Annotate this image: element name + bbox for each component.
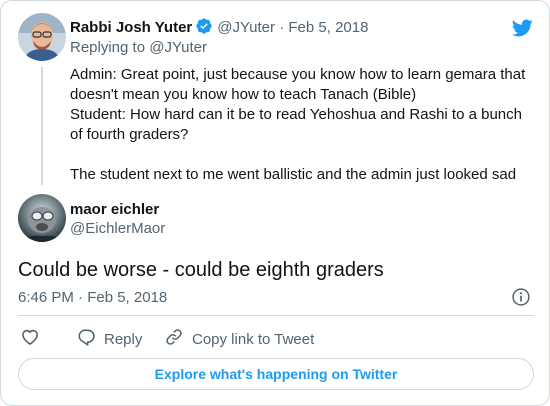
embedded-tweet-card: Rabbi Josh Yuter @JYuter · Feb 5, 2018 Re…: [0, 0, 550, 406]
verified-badge-icon: [195, 17, 213, 41]
tweet-actions: Reply Copy link to Tweet: [18, 327, 518, 349]
author-name[interactable]: Rabbi Josh Yuter: [70, 19, 192, 36]
main-author-name[interactable]: maor eichler: [70, 201, 159, 218]
separator-dot: ·: [279, 19, 285, 36]
copy-link-button[interactable]: Copy link to Tweet: [164, 327, 314, 351]
main-author-handle[interactable]: @EichlerMaor: [70, 220, 165, 237]
author-handle[interactable]: @JYuter: [217, 19, 275, 36]
parent-tweet-header: Rabbi Josh Yuter @JYuter · Feb 5, 2018: [70, 17, 368, 41]
avatar-maor-eichler[interactable]: [18, 194, 66, 242]
heart-icon: [20, 327, 48, 351]
divider: [18, 315, 534, 316]
replying-to-label[interactable]: Replying to @JYuter: [70, 39, 207, 56]
reply-label: Reply: [104, 330, 143, 348]
reply-icon: [76, 327, 104, 351]
avatar-rabbi-josh-yuter[interactable]: [18, 13, 66, 61]
thread-connector-line: [41, 67, 43, 185]
tweet-date[interactable]: Feb 5, 2018: [288, 19, 368, 36]
like-button[interactable]: [20, 327, 48, 351]
tweet-timestamp[interactable]: 6:46 PM · Feb 5, 2018: [18, 289, 167, 306]
link-icon: [164, 327, 192, 351]
explore-twitter-button[interactable]: Explore what's happening on Twitter: [18, 358, 534, 390]
copy-link-label: Copy link to Tweet: [192, 330, 315, 348]
twitter-bird-icon[interactable]: [511, 17, 533, 44]
main-tweet-text: Could be worse - could be eighth graders: [18, 259, 384, 281]
parent-tweet-text: Admin: Great point, just because you kno…: [70, 66, 526, 183]
info-icon[interactable]: [511, 287, 531, 312]
reply-button[interactable]: Reply: [76, 327, 142, 351]
